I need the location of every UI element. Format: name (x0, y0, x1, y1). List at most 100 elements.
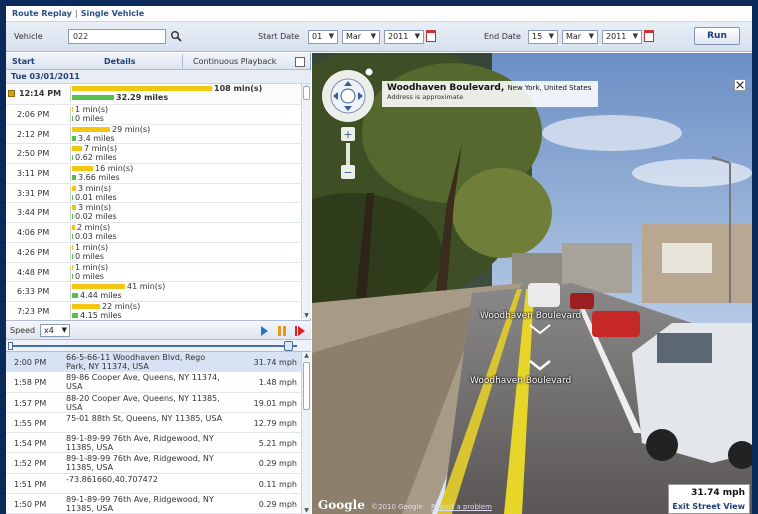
trip-divider (70, 303, 71, 319)
trip-row[interactable]: 7:23 PM 22 min(s) 4.15 miles (6, 302, 311, 319)
gps-point-row[interactable]: 1:57 PM 88-20 Cooper Ave, Queens, NY 1138… (6, 393, 311, 413)
gps-point-time: 1:58 PM (14, 378, 47, 388)
start-year-select[interactable]: 2011 ▼ (384, 30, 424, 44)
gps-point-row[interactable]: 1:55 PM 75-01 88th St, Queens, NY 11385, … (6, 413, 311, 434)
trip-start-time: 3:11 PM (17, 169, 50, 179)
search-icon[interactable] (170, 30, 182, 42)
trip-list-scrollbar[interactable]: ▲ ▼ (301, 84, 311, 319)
trip-duration: 2 min(s) (77, 223, 111, 233)
distance-bar (72, 95, 114, 100)
chevron-down-icon: ▼ (61, 326, 67, 334)
gps-point-row[interactable]: 1:50 PM 89-1-89-99 76th Ave, Ridgewood, N… (6, 494, 311, 514)
column-start[interactable]: Start (12, 57, 35, 66)
playback-slider[interactable] (6, 340, 311, 352)
gps-list-scroll-thumb[interactable] (303, 362, 310, 410)
trip-row[interactable]: 3:31 PM 3 min(s) 0.01 miles (6, 184, 311, 204)
trip-duration: 3 min(s) (78, 203, 112, 213)
trip-start-time: 2:06 PM (17, 110, 50, 119)
end-day-select[interactable]: 15 ▼ (528, 30, 558, 44)
gps-point-address: 66-5-66-11 Woodhaven Blvd, Rego Park, NY… (66, 353, 206, 371)
playback-slider-start-handle[interactable] (8, 342, 13, 350)
trip-row[interactable]: 3:44 PM 3 min(s) 0.02 miles (6, 203, 311, 224)
gps-point-speed: 19.01 mph (253, 398, 297, 408)
trip-row[interactable]: 2:12 PM 29 min(s) 3.4 miles (6, 125, 311, 145)
gps-list-scrollbar[interactable]: ▲ ▼ (301, 352, 311, 514)
gps-point-row[interactable]: 1:58 PM 89-86 Cooper Ave, Queens, NY 1137… (6, 372, 311, 393)
start-day-select[interactable]: 01 ▼ (308, 30, 338, 44)
scroll-up-icon[interactable]: ▲ (302, 352, 311, 359)
end-month-value: Mar (566, 32, 582, 41)
continuous-playback-checkbox[interactable] (295, 57, 305, 67)
distance-bar (72, 194, 73, 200)
street-view-location: New York, United States (507, 84, 592, 92)
distance-bar (72, 312, 78, 318)
road-label[interactable]: Woodhaven Boulevard (480, 311, 581, 321)
trip-start-time: 7:23 PM (17, 306, 50, 316)
gps-point-row[interactable]: 2:00 PM 66-5-66-11 Woodhaven Blvd, Rego P… (6, 352, 311, 373)
copyright-text: ©2010 Google (371, 503, 423, 511)
trip-duration: 7 min(s) (84, 144, 118, 154)
start-date-label: Start Date (258, 32, 300, 41)
expand-icon[interactable] (734, 79, 746, 91)
road-label[interactable]: Woodhaven Boulevard (470, 376, 571, 386)
trip-row[interactable]: 4:48 PM 1 min(s) 0 miles (6, 263, 311, 283)
trip-row[interactable]: 4:06 PM 2 min(s) 0.03 miles (6, 223, 311, 243)
vehicle-input[interactable] (68, 29, 166, 44)
trip-divider (70, 225, 71, 242)
google-logo[interactable]: Google (318, 498, 365, 512)
playback-slider-handle[interactable] (284, 341, 294, 351)
end-year-value: 2011 (606, 32, 627, 41)
trip-row[interactable]: 6:33 PM 41 min(s) 4.44 miles (6, 282, 311, 302)
scroll-down-icon[interactable]: ▼ (302, 507, 311, 514)
trip-distance: 4.44 miles (80, 291, 122, 301)
distance-bar (72, 135, 76, 141)
tab-route-replay[interactable]: Route Replay (12, 9, 72, 18)
start-month-value: Mar (346, 32, 362, 41)
duration-bar (72, 126, 110, 132)
trip-row[interactable]: 2:50 PM 7 min(s) 0.62 miles (6, 144, 311, 165)
breadcrumb-separator: | (74, 9, 78, 18)
trip-divider (70, 107, 71, 123)
trip-start-time: 2:50 PM (17, 149, 50, 159)
chevron-down-icon: ▼ (588, 32, 594, 40)
gps-point-row[interactable]: 1:51 PM -73.861660,40.707472 0.11 mph (6, 474, 311, 495)
gps-point-row[interactable]: 1:54 PM 89-1-89-99 76th Ave, Ridgewood, N… (6, 433, 311, 454)
trip-distance: 4.15 miles (80, 310, 122, 319)
trip-row[interactable]: 3:11 PM 16 min(s) 3.66 miles (6, 164, 311, 184)
chevron-down-icon: ▼ (328, 32, 334, 40)
report-problem-link[interactable]: Report a problem (431, 503, 492, 511)
trip-duration: 16 min(s) (95, 164, 134, 174)
trip-start-time: 3:44 PM (17, 208, 50, 218)
trip-row[interactable]: 4:26 PM 1 min(s) 0 miles (6, 243, 311, 263)
trip-duration: 29 min(s) (112, 124, 151, 134)
gps-point-row[interactable]: 1:52 PM 89-1-89-99 76th Ave, Ridgewood, N… (6, 453, 311, 474)
start-month-select[interactable]: Mar ▼ (342, 30, 380, 44)
end-calendar-icon[interactable] (644, 30, 654, 42)
gps-point-time: 1:54 PM (14, 439, 47, 449)
column-details[interactable]: Details (104, 57, 136, 66)
continuous-playback-toggle[interactable]: Continuous Playback (182, 54, 311, 69)
trip-distance: 0.03 miles (75, 232, 117, 242)
end-year-select[interactable]: 2011 ▼ (602, 30, 642, 44)
trip-duration: 3 min(s) (78, 183, 112, 193)
end-month-select[interactable]: Mar ▼ (562, 30, 598, 44)
trip-rows: 12:14 PM 108 min(s) 32.29 miles 2:06 PM 1 mi… (6, 84, 311, 319)
play-icon[interactable] (256, 324, 272, 338)
scroll-down-icon[interactable]: ▼ (302, 312, 311, 319)
distance-bar (72, 155, 73, 161)
exit-street-view-link[interactable]: Exit Street View (672, 502, 745, 511)
gps-point-address: 89-86 Cooper Ave, Queens, NY 11374, USA (66, 373, 220, 392)
street-view-panel[interactable]: + − Woodhaven Boulevard, New York, Unite… (312, 53, 752, 514)
run-button[interactable]: Run (694, 27, 740, 45)
trip-row[interactable]: 2:06 PM 1 min(s) 0 miles (6, 105, 311, 125)
gps-point-address: 75-01 88th St, Queens, NY 11385, USA (66, 413, 223, 423)
trip-row[interactable]: 12:14 PM 108 min(s) 32.29 miles (6, 84, 311, 105)
tab-single-vehicle[interactable]: Single Vehicle (81, 9, 144, 18)
start-calendar-icon[interactable] (426, 30, 436, 42)
trip-list-scroll-thumb[interactable] (303, 86, 310, 100)
step-forward-icon[interactable] (292, 324, 308, 338)
trip-duration: 1 min(s) (75, 242, 109, 252)
pause-icon[interactable] (274, 324, 290, 338)
speed-select[interactable]: x4 ▼ (40, 324, 70, 337)
chevron-down-icon: ▼ (370, 32, 376, 40)
